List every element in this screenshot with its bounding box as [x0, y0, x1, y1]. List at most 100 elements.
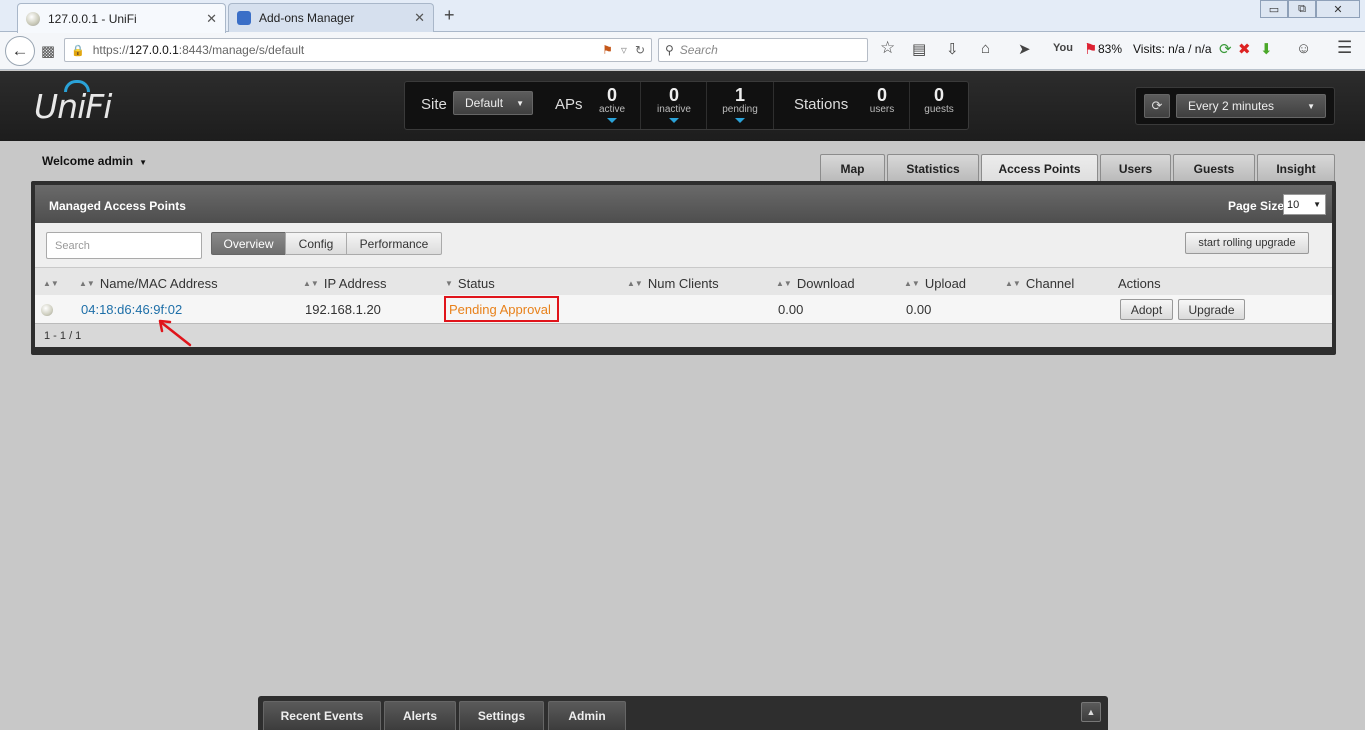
- view-tab-config[interactable]: Config: [285, 232, 347, 255]
- search-bar[interactable]: ⚲ Search: [658, 38, 868, 62]
- column-header-label: Upload: [924, 276, 967, 291]
- youtube-icon[interactable]: You: [1053, 42, 1073, 54]
- nav-tab-access-points[interactable]: Access Points: [981, 154, 1098, 182]
- drawer-expand-button[interactable]: ▲: [1081, 702, 1101, 722]
- home-icon[interactable]: ⌂: [981, 40, 990, 57]
- green-download-icon[interactable]: ⬇: [1260, 40, 1273, 58]
- page-size-label: Page Size: [1228, 199, 1285, 213]
- restore-icon: ⧉: [1298, 2, 1306, 15]
- back-button[interactable]: ←: [5, 36, 35, 66]
- smiley-icon[interactable]: ☺: [1296, 40, 1311, 57]
- send-icon[interactable]: ➤: [1018, 40, 1031, 58]
- browser-navbar: ← ▩ 🔒 https://127.0.0.1:8443/manage/s/de…: [0, 32, 1365, 70]
- drawer-tab-label: Alerts: [402, 709, 437, 723]
- site-label: Site: [421, 96, 447, 113]
- flag-icon[interactable]: ⚑: [602, 43, 613, 57]
- back-arrow-icon: ←: [11, 41, 29, 60]
- column-header-upload[interactable]: ▲▼ Upload: [904, 276, 966, 291]
- url-bar[interactable]: 🔒 https://127.0.0.1:8443/manage/s/defaul…: [64, 38, 652, 62]
- column-header-label: Download: [796, 276, 855, 291]
- column-header-status[interactable]: ▼ Status: [445, 276, 495, 291]
- puzzle-piece-icon: [237, 11, 251, 25]
- view-tab-label: Overview: [223, 236, 274, 251]
- nav-tab-map[interactable]: Map: [820, 154, 885, 182]
- ap-ip-address: 192.168.1.20: [305, 302, 381, 317]
- column-header-download[interactable]: ▲▼ Download: [776, 276, 855, 291]
- block-icon[interactable]: ✖: [1238, 40, 1251, 58]
- flag-red-icon[interactable]: ⚑: [1084, 40, 1097, 58]
- upgrade-button[interactable]: Upgrade: [1178, 299, 1245, 320]
- close-tab-icon[interactable]: ✕: [206, 11, 217, 27]
- device-state-icon: [41, 304, 53, 316]
- view-tab-overview[interactable]: Overview: [211, 232, 286, 255]
- nav-tab-insight[interactable]: Insight: [1257, 154, 1335, 182]
- tab-groups-icon[interactable]: ▩: [35, 38, 61, 64]
- drawer-tab-settings[interactable]: Settings: [459, 701, 544, 730]
- drawer-tab-label: Recent Events: [280, 709, 364, 723]
- restore-window-button[interactable]: ⧉: [1288, 0, 1316, 18]
- menu-icon[interactable]: ☰: [1337, 38, 1352, 58]
- minimize-window-button[interactable]: ▭: [1260, 0, 1288, 18]
- page-size-select[interactable]: 10 ▼: [1283, 194, 1326, 215]
- bookmark-star-icon[interactable]: ☆: [880, 38, 895, 58]
- site-value: Default: [465, 96, 504, 110]
- nav-tab-guests[interactable]: Guests: [1173, 154, 1255, 182]
- access-points-panel: Managed Access Points Page Size 10 ▼ Sea…: [31, 181, 1336, 355]
- start-rolling-upgrade-button[interactable]: start rolling upgrade: [1185, 232, 1309, 254]
- column-header-num-clients[interactable]: ▲▼ Num Clients: [627, 276, 719, 291]
- stat-label: active: [598, 104, 626, 115]
- column-header-name[interactable]: ▲▼ Name/MAC Address: [79, 276, 218, 291]
- view-tab-performance[interactable]: Performance: [346, 232, 442, 255]
- column-header-label: Channel: [1025, 276, 1075, 291]
- reading-list-icon[interactable]: ▤: [912, 40, 926, 58]
- status-highlight-box: Pending Approval: [444, 296, 559, 322]
- reload-icon[interactable]: ↻: [635, 43, 645, 57]
- unifi-favicon-icon: [26, 11, 40, 26]
- stat-aps-pending[interactable]: 1 pending: [715, 82, 765, 129]
- stat-users[interactable]: 0 users: [863, 82, 901, 129]
- drawer-tab-alerts[interactable]: Alerts: [384, 701, 456, 730]
- browser-tabbar: 127.0.0.1 - UniFi ✕ Add-ons Manager ✕ + …: [0, 0, 1365, 33]
- browser-tab-unifi[interactable]: 127.0.0.1 - UniFi ✕: [17, 3, 226, 33]
- visits-counter: Visits: n/a / n/a: [1133, 42, 1212, 56]
- column-header-ip[interactable]: ▲▼ IP Address: [303, 276, 386, 291]
- drawer-tab-recent-events[interactable]: Recent Events: [263, 701, 381, 730]
- sort-state-column[interactable]: ▲▼: [43, 276, 64, 291]
- refresh-button[interactable]: ⟳: [1144, 94, 1170, 118]
- ap-status: Pending Approval: [449, 301, 551, 317]
- stat-label: users: [869, 104, 895, 115]
- sort-icon: ▲▼: [904, 279, 920, 288]
- sync-icon[interactable]: ⟳: [1219, 40, 1232, 58]
- stat-number: 0: [933, 85, 944, 105]
- browser-tab-addons[interactable]: Add-ons Manager ✕: [228, 3, 434, 32]
- nav-tab-label: Users: [1118, 161, 1153, 176]
- refresh-interval-select[interactable]: Every 2 minutes ▼: [1176, 94, 1326, 118]
- drawer-tab-admin[interactable]: Admin: [548, 701, 626, 730]
- close-window-button[interactable]: ✕: [1316, 0, 1360, 18]
- stat-aps-active[interactable]: 0 active: [591, 82, 633, 129]
- nav-tab-users[interactable]: Users: [1100, 154, 1171, 182]
- dropdown-icon[interactable]: ▿: [621, 43, 627, 57]
- pagination-info: 1 - 1 / 1: [44, 330, 82, 342]
- ap-mac-link[interactable]: 04:18:d6:46:9f:02: [81, 302, 182, 317]
- url-path: :8443/manage/s/default: [178, 43, 305, 57]
- wifi-arc-icon: [64, 80, 90, 92]
- browser-tab-title: 127.0.0.1 - UniFi: [48, 11, 137, 26]
- site-select[interactable]: Default ▼: [453, 91, 533, 115]
- new-tab-button[interactable]: +: [444, 5, 455, 26]
- ap-search-input[interactable]: Search: [46, 232, 202, 259]
- downloads-icon[interactable]: ⇩: [946, 40, 959, 58]
- adopt-button[interactable]: Adopt: [1120, 299, 1173, 320]
- url-scheme: https://: [92, 43, 129, 57]
- stat-aps-inactive[interactable]: 0 inactive: [649, 82, 699, 129]
- stat-guests[interactable]: 0 guests: [917, 82, 961, 129]
- column-header-channel[interactable]: ▲▼ Channel: [1005, 276, 1074, 291]
- close-tab-icon[interactable]: ✕: [414, 10, 425, 26]
- expand-triangle-icon: [669, 118, 679, 123]
- nav-tab-statistics[interactable]: Statistics: [887, 154, 979, 182]
- column-header-label: IP Address: [323, 276, 387, 291]
- ap-upload: 0.00: [906, 302, 932, 317]
- refresh-icon: ⟳: [1151, 98, 1163, 113]
- sort-icon: ▲▼: [79, 279, 95, 288]
- welcome-menu[interactable]: Welcome admin ▼: [42, 154, 147, 168]
